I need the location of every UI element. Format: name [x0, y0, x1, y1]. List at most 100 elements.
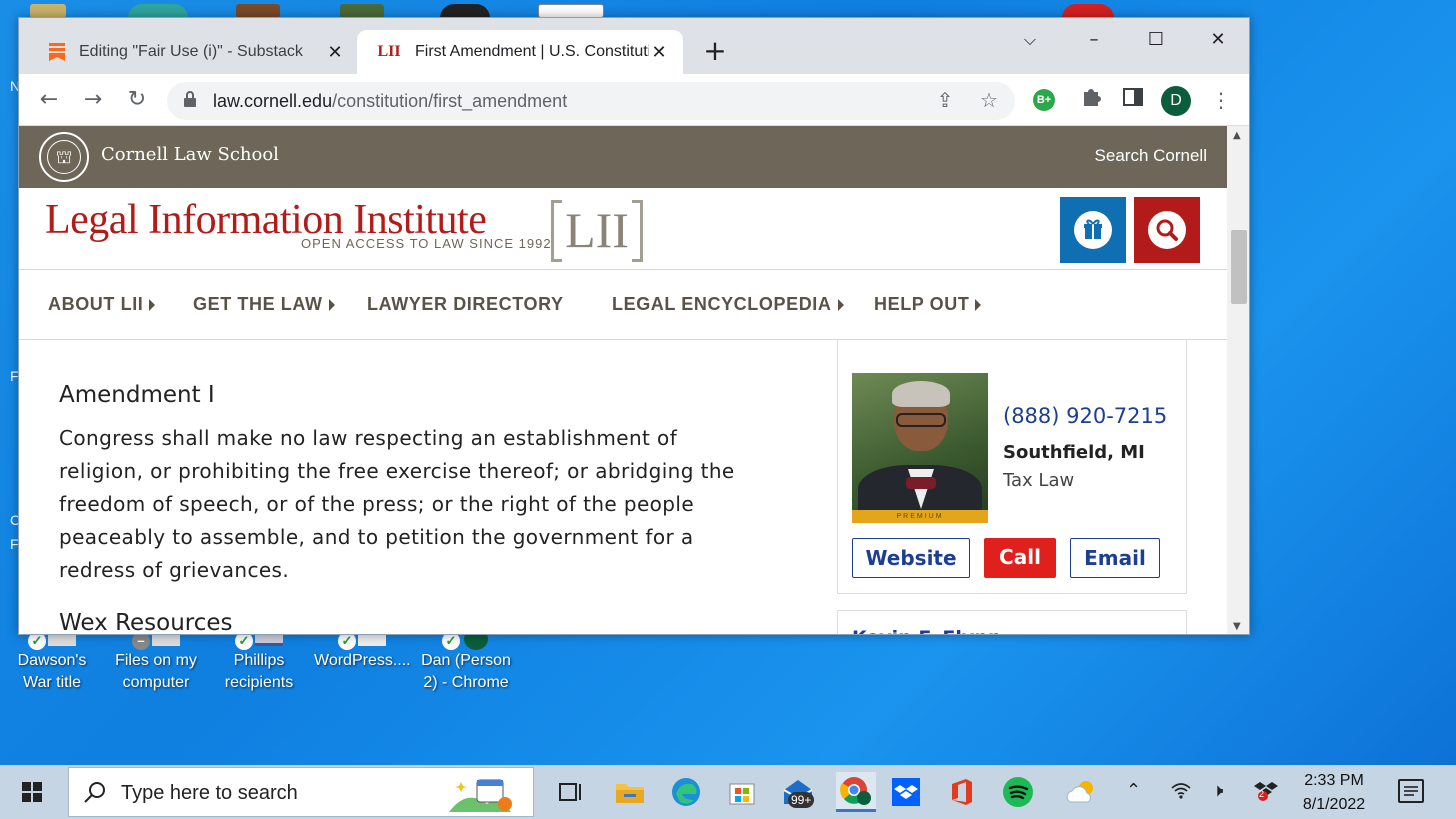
desktop-icon-phillips[interactable]: ✓ Phillips recipients [211, 626, 307, 694]
desktop-icon-chrome-profile[interactable]: ✓ Dan (Person 2) - Chrome [418, 626, 514, 694]
extension-badge-icon[interactable]: B+ [1033, 89, 1055, 111]
search-highlight-calendar-icon [447, 774, 527, 814]
page-scrollbar[interactable]: ▲ ▼ [1227, 126, 1249, 634]
more-menu-icon[interactable]: ⋮ [1207, 86, 1235, 114]
site-search-button[interactable] [1134, 197, 1200, 263]
substack-icon [47, 42, 67, 62]
nav-label: LEGAL ENCYCLOPEDIA [612, 294, 832, 314]
dropbox-tray-icon[interactable]: 2 [1254, 780, 1278, 807]
amendment-line: freedom of speech, or of the press; or t… [59, 492, 695, 516]
donate-button[interactable] [1060, 197, 1126, 263]
caret-right-icon [328, 299, 335, 312]
new-tab-button[interactable]: + [701, 37, 729, 66]
gift-icon [1074, 211, 1112, 249]
lawyer-photo[interactable]: PREMIUM [852, 373, 988, 523]
cornell-header: ⛫ Cornell Law School Search Cornell [19, 126, 1227, 188]
windows-taskbar: Type here to search 99+ ⌃ 🕨 2 2:33 PM 8/… [0, 765, 1456, 819]
windows-start-button[interactable] [0, 765, 64, 819]
taskbar-search-placeholder: Type here to search [121, 782, 298, 804]
cornell-seal-logo[interactable]: ⛫ [39, 132, 89, 182]
bookmark-star-icon[interactable]: ☆ [975, 87, 1003, 115]
lawyer-name-link[interactable]: Kevin F. Flynn [852, 627, 1001, 634]
taskbar-search-box[interactable]: Type here to search [68, 767, 534, 817]
tab-title: First Amendment | U.S. Constitution [415, 43, 649, 60]
desktop-icon-dawsons-war[interactable]: ✓ Dawson's War title [4, 626, 100, 694]
tab-first-amendment[interactable]: LII First Amendment | U.S. Constitution … [357, 30, 683, 74]
lii-bracket-logo[interactable]: LII [551, 200, 643, 262]
volume-icon[interactable]: 🕨 [1212, 780, 1223, 801]
call-button[interactable]: Call [984, 538, 1056, 578]
nav-get-the-law[interactable]: GET THE LAW [193, 294, 335, 315]
desktop-icon-label: Dan (Person 2) - Chrome [421, 652, 511, 691]
page-viewport: ⛫ Cornell Law School Search Cornell Lega… [19, 126, 1227, 635]
close-window-button[interactable]: ✕ [1195, 22, 1241, 58]
show-hidden-icons-chevron-icon[interactable]: ⌃ [1126, 780, 1141, 801]
nav-label: LAWYER DIRECTORY [367, 294, 564, 314]
clock-date: 8/1/2022 [1302, 796, 1366, 813]
scroll-down-arrow-icon[interactable]: ▼ [1233, 621, 1241, 632]
amendment-line: religion, or prohibiting the free exerci… [59, 459, 735, 483]
tab-substack[interactable]: Editing "Fair Use (i)" - Substack ✕ [29, 30, 359, 74]
desktop-icon-files[interactable]: – Files on my computer [108, 626, 204, 694]
website-button[interactable]: Website [852, 538, 970, 578]
side-panel-icon[interactable] [1119, 86, 1147, 114]
amendment-title: Amendment I [59, 382, 215, 408]
office-icon[interactable] [946, 776, 978, 808]
nav-legal-encyclopedia[interactable]: LEGAL ENCYCLOPEDIA [612, 294, 844, 315]
chrome-taskbar-icon[interactable] [836, 772, 876, 812]
wifi-icon[interactable] [1170, 780, 1192, 805]
desktop-icon-label: Dawson's War title [17, 652, 87, 691]
amendment-line: Congress shall make no law respecting an… [59, 426, 678, 450]
browser-toolbar: ← → ↻ law.cornell.edu/constitution/first… [19, 74, 1249, 126]
wex-resources-heading: Wex Resources [59, 610, 233, 635]
desktop-icon-label: Phillips recipients [224, 652, 294, 691]
email-button[interactable]: Email [1070, 538, 1160, 578]
nav-lawyer-directory[interactable]: LAWYER DIRECTORY [367, 294, 564, 315]
share-icon[interactable]: ⇪ [931, 87, 959, 115]
lawyer-ad-card-next: Kevin F. Flynn [837, 610, 1187, 634]
premium-badge: PREMIUM [852, 510, 988, 523]
task-view-icon[interactable] [554, 776, 586, 808]
profile-avatar[interactable]: D [1161, 86, 1191, 116]
amendment-line: redress of grievances. [59, 558, 290, 582]
scroll-up-arrow-icon[interactable]: ▲ [1233, 130, 1241, 141]
close-tab-icon[interactable]: ✕ [649, 42, 669, 62]
close-tab-icon[interactable]: ✕ [325, 42, 345, 62]
mail-unread-badge: 99+ [788, 792, 815, 808]
weather-cloud-icon[interactable] [1064, 776, 1096, 808]
caret-right-icon [837, 299, 844, 312]
dropbox-icon[interactable] [890, 776, 922, 808]
lii-header: Legal Information Institute OPEN ACCESS … [19, 188, 1227, 270]
lawyer-phone-link[interactable]: (888) 920-7215 [1003, 404, 1167, 428]
main-nav: ABOUT LII GET THE LAW LAWYER DIRECTORY L… [19, 270, 1227, 340]
microsoft-store-icon[interactable] [726, 776, 758, 808]
reload-icon[interactable]: ↻ [123, 86, 151, 114]
caret-right-icon [149, 299, 156, 312]
back-arrow-icon[interactable]: ← [35, 86, 63, 114]
tab-search-chevron-icon[interactable]: ⌵ [1007, 22, 1053, 58]
url-host: law.cornell.edu [213, 90, 333, 111]
minimize-button[interactable]: – [1071, 22, 1117, 58]
nav-label: ABOUT LII [48, 294, 144, 314]
address-bar[interactable]: law.cornell.edu/constitution/first_amend… [167, 82, 1015, 120]
search-cornell-link[interactable]: Search Cornell [1095, 146, 1207, 166]
file-explorer-icon[interactable] [614, 776, 646, 808]
tab-title: Editing "Fair Use (i)" - Substack [79, 43, 303, 60]
nav-about-lii[interactable]: ABOUT LII [48, 294, 156, 315]
mail-icon[interactable]: 99+ [782, 776, 815, 808]
amendment-line: peaceably to assemble, and to petition t… [59, 525, 694, 549]
lii-favicon: LII [377, 43, 401, 60]
extensions-puzzle-icon[interactable] [1077, 86, 1105, 114]
nav-label: GET THE LAW [193, 294, 323, 314]
forward-arrow-icon[interactable]: → [79, 86, 107, 114]
cornell-law-school-link[interactable]: Cornell Law School [101, 144, 279, 165]
nav-help-out[interactable]: HELP OUT [874, 294, 982, 315]
taskbar-clock[interactable]: 2:33 PM 8/1/2022 [1296, 769, 1372, 817]
desktop-top-strip [0, 0, 1456, 18]
spotify-icon[interactable] [1002, 776, 1034, 808]
scrollbar-thumb[interactable] [1231, 230, 1247, 304]
desktop-icon-label: WordPress.... [314, 652, 411, 669]
maximize-button[interactable]: ☐ [1133, 22, 1179, 58]
edge-browser-icon[interactable] [670, 776, 702, 808]
notification-center-icon[interactable] [1398, 779, 1424, 803]
